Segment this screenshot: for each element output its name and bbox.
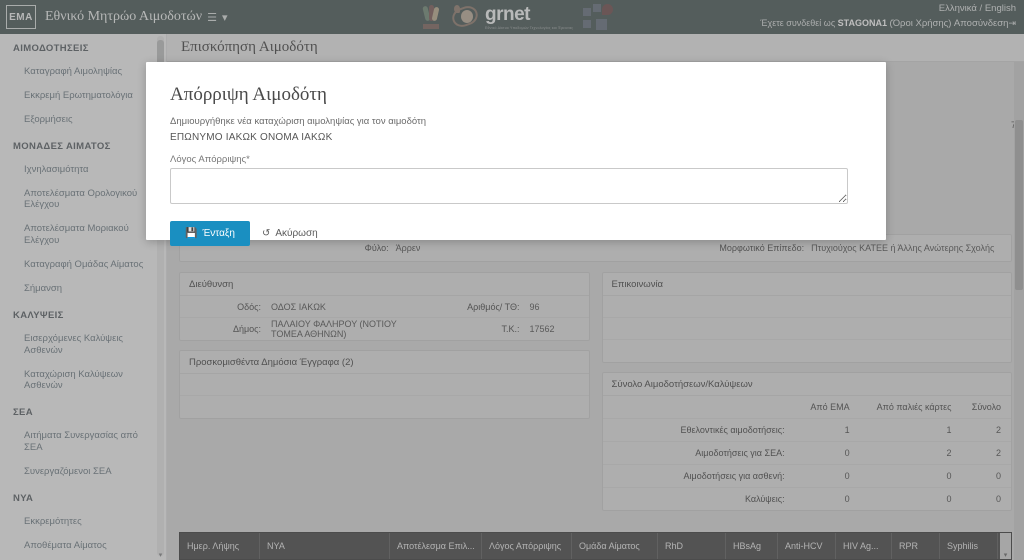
cancel-button-label: Ακύρωση [275, 228, 318, 239]
reason-input[interactable] [170, 168, 848, 204]
save-icon: 💾 [185, 227, 198, 239]
undo-icon: ↺ [261, 227, 271, 239]
reject-donor-modal: Απόρριψη Αιμοδότη Δημιουργήθηκε νέα κατα… [146, 62, 886, 246]
modal-donor-name: ΕΠΩΝΥΜΟ ΙΑΚΩΚ ΟΝΟΜΑ ΙΑΚΩΚ [170, 132, 333, 143]
reason-label: Λόγος Απόρριψης* [170, 154, 250, 165]
modal-actions: 💾 Ένταξη ↺ Ακύρωση [170, 221, 862, 246]
submit-button-label: Ένταξη [202, 228, 235, 239]
modal-message: Δημιουργήθηκε νέα καταχώριση αιμοληψίας … [170, 116, 427, 127]
modal-title: Απόρριψη Αιμοδότη [170, 84, 327, 105]
cancel-button[interactable]: ↺ Ακύρωση [262, 228, 318, 239]
submit-button[interactable]: 💾 Ένταξη [170, 221, 250, 246]
